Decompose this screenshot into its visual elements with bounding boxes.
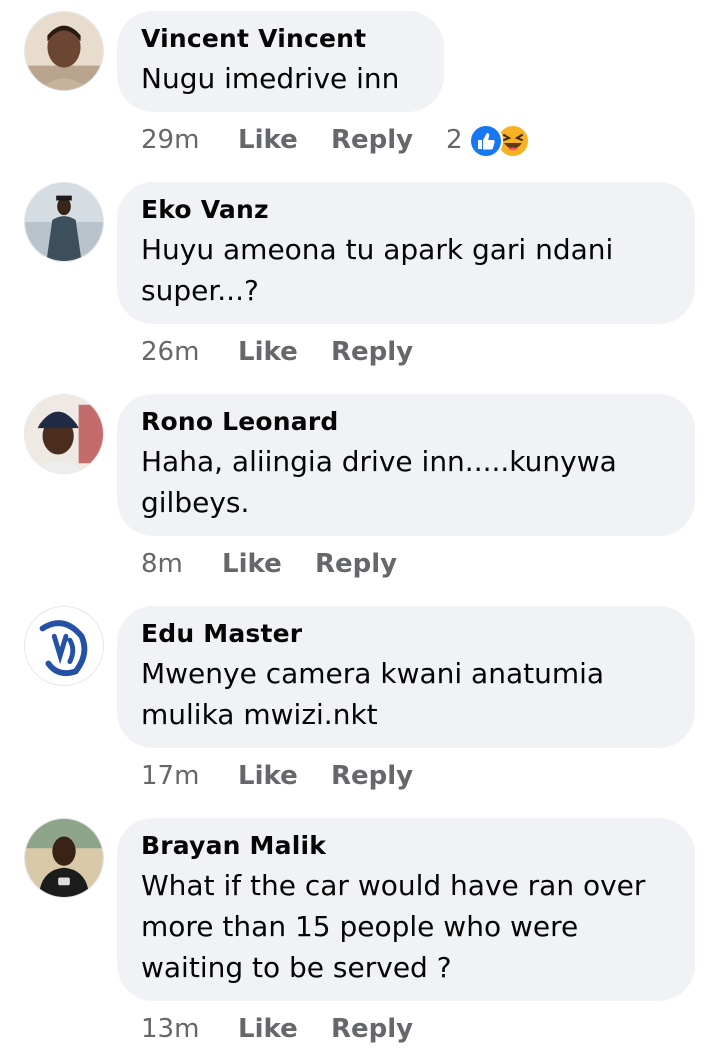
comment-text: Nugu imedrive inn (141, 58, 420, 99)
reaction-icons[interactable] (469, 124, 539, 158)
comment-text-line: Mwenye camera kwani anatumia (141, 657, 605, 690)
comment-bubble: Rono Leonard Haha, aliingia drive inn...… (117, 394, 695, 536)
timestamp[interactable]: 26m (141, 334, 199, 370)
reply-button[interactable]: Reply (331, 1011, 413, 1047)
comment-bubble: Edu Master Mwenye camera kwani anatumia … (117, 606, 695, 748)
like-button[interactable]: Like (222, 546, 282, 582)
like-button[interactable]: Like (238, 1011, 298, 1047)
reply-button[interactable]: Reply (331, 758, 413, 794)
timestamp[interactable]: 8m (141, 546, 183, 582)
reply-button[interactable]: Reply (331, 334, 413, 370)
comment-bubble: Vincent Vincent Nugu imedrive inn (117, 11, 444, 112)
author-name[interactable]: Vincent Vincent (141, 24, 420, 54)
comment-actions: 29m Like Reply 2 (141, 122, 561, 158)
comment-text-line: mulika mwizi.nkt (141, 698, 378, 731)
comment-actions: 8m Like Reply (141, 546, 441, 582)
like-icon (469, 124, 503, 158)
comment-actions: 17m Like Reply (141, 758, 441, 794)
avatar[interactable] (24, 182, 104, 262)
comment-text-line: Huyu ameona tu apark gari ndani (141, 233, 614, 266)
comment-text-line: waiting to be served ? (141, 951, 452, 984)
comment-bubble: Brayan Malik What if the car would have … (117, 818, 695, 1001)
timestamp[interactable]: 29m (141, 122, 199, 158)
avatar[interactable] (24, 606, 104, 686)
reply-button[interactable]: Reply (315, 546, 397, 582)
like-button[interactable]: Like (238, 758, 298, 794)
comment-text-line: Nugu imedrive inn (141, 62, 400, 95)
comment-text-line: super...? (141, 274, 259, 307)
reply-button[interactable]: Reply (331, 122, 413, 158)
comment-text-line: more than 15 people who were (141, 910, 579, 943)
comment-text-line: Haha, aliingia drive inn.....kunywa (141, 445, 617, 478)
reaction-count[interactable]: 2 (446, 122, 463, 158)
comment-actions: 13m Like Reply (141, 1011, 441, 1047)
avatar[interactable] (24, 818, 104, 898)
author-name[interactable]: Edu Master (141, 619, 671, 649)
like-button[interactable]: Like (238, 334, 298, 370)
comment-text: Haha, aliingia drive inn.....kunywa gilb… (141, 441, 671, 523)
avatar[interactable] (24, 11, 104, 91)
author-name[interactable]: Brayan Malik (141, 831, 671, 861)
like-button[interactable]: Like (238, 122, 298, 158)
comment-text: Mwenye camera kwani anatumia mulika mwiz… (141, 653, 671, 735)
comment-bubble: Eko Vanz Huyu ameona tu apark gari ndani… (117, 182, 695, 324)
comment-text-line: gilbeys. (141, 486, 250, 519)
comment-text-line: What if the car would have ran over (141, 869, 646, 902)
avatar[interactable] (24, 394, 104, 474)
timestamp[interactable]: 17m (141, 758, 199, 794)
comment-text: Huyu ameona tu apark gari ndani super...… (141, 229, 671, 311)
author-name[interactable]: Rono Leonard (141, 407, 671, 437)
comment-actions: 26m Like Reply (141, 334, 441, 370)
timestamp[interactable]: 13m (141, 1011, 199, 1047)
author-name[interactable]: Eko Vanz (141, 195, 671, 225)
comment-text: What if the car would have ran over more… (141, 865, 671, 988)
